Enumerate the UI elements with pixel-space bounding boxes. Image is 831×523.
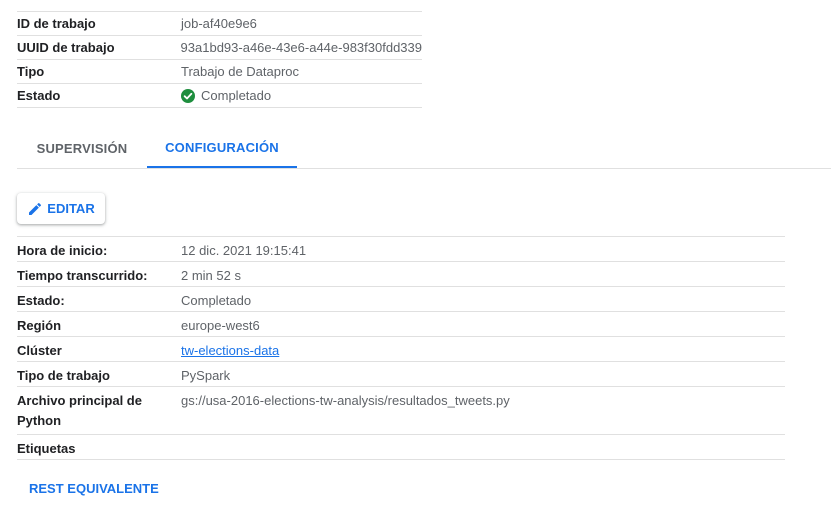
job-summary-table: ID de trabajo job-af40e9e6 UUID de traba… xyxy=(17,11,422,108)
summary-row-job-id: ID de trabajo job-af40e9e6 xyxy=(17,12,422,36)
config-key: Hora de inicio: xyxy=(17,243,108,258)
edit-button-label: EDITAR xyxy=(47,201,95,216)
config-value: 12 dic. 2021 19:15:41 xyxy=(181,243,307,258)
config-key: Tipo de trabajo xyxy=(17,368,110,383)
config-key: Clúster xyxy=(17,343,62,358)
summary-value: Trabajo de Dataproc xyxy=(181,64,300,79)
summary-value: job-af40e9e6 xyxy=(181,16,257,31)
config-row-cluster: Clúster tw-elections-data xyxy=(17,337,785,362)
summary-key: ID de trabajo xyxy=(17,16,96,31)
config-row-region: Región europe-west6 xyxy=(17,312,785,337)
config-value: PySpark xyxy=(181,368,231,383)
config-value: Completado xyxy=(181,293,252,308)
rest-equivalent-button[interactable]: REST EQUIVALENTE xyxy=(17,474,171,503)
config-row-elapsed-time: Tiempo transcurrido: 2 min 52 s xyxy=(17,262,785,287)
cluster-link[interactable]: tw-elections-data xyxy=(181,343,279,358)
summary-key: Tipo xyxy=(17,64,45,79)
summary-row-job-uuid: UUID de trabajo 93a1bd93-a46e-43e6-a44e-… xyxy=(17,36,422,60)
summary-value: 93a1bd93-a46e-43e6-a44e-983f30fdd339 xyxy=(180,40,422,55)
config-key: Estado: xyxy=(17,293,65,308)
config-row-main-python-file: Archivo principal de Python gs://usa-201… xyxy=(17,387,785,435)
config-key: Región xyxy=(17,318,62,333)
config-key: Archivo principal de Python xyxy=(17,393,142,428)
config-value: gs://usa-2016-elections-tw-analysis/resu… xyxy=(181,393,510,408)
config-value: europe-west6 xyxy=(181,318,260,333)
summary-key: UUID de trabajo xyxy=(17,40,115,55)
config-row-job-type: Tipo de trabajo PySpark xyxy=(17,362,785,387)
status-text: Completado xyxy=(201,88,272,103)
check-circle-icon xyxy=(181,88,195,103)
tab-bar: SUPERVISIÓN CONFIGURACIÓN xyxy=(17,129,831,169)
status-value: Completado xyxy=(181,88,271,103)
config-value-cell: tw-elections-data xyxy=(181,337,279,361)
config-row-start-time: Hora de inicio: 12 dic. 2021 19:15:41 xyxy=(17,237,785,262)
config-value: 2 min 52 s xyxy=(181,268,241,283)
config-key: Etiquetas xyxy=(17,441,76,456)
summary-row-type: Tipo Trabajo de Dataproc xyxy=(17,60,422,84)
pencil-icon xyxy=(27,201,43,217)
tab-monitoring[interactable]: SUPERVISIÓN xyxy=(17,129,147,168)
edit-button[interactable]: EDITAR xyxy=(17,193,105,224)
summary-row-status: Estado Completado xyxy=(17,84,422,108)
summary-key: Estado xyxy=(17,88,61,103)
config-row-labels: Etiquetas xyxy=(17,435,785,460)
config-key: Tiempo transcurrido: xyxy=(17,268,148,283)
config-row-status: Estado: Completado xyxy=(17,287,785,312)
tab-configuration[interactable]: CONFIGURACIÓN xyxy=(147,129,297,168)
job-details-page: ID de trabajo job-af40e9e6 UUID de traba… xyxy=(0,0,831,523)
configuration-table: Hora de inicio: 12 dic. 2021 19:15:41 Ti… xyxy=(17,236,785,460)
